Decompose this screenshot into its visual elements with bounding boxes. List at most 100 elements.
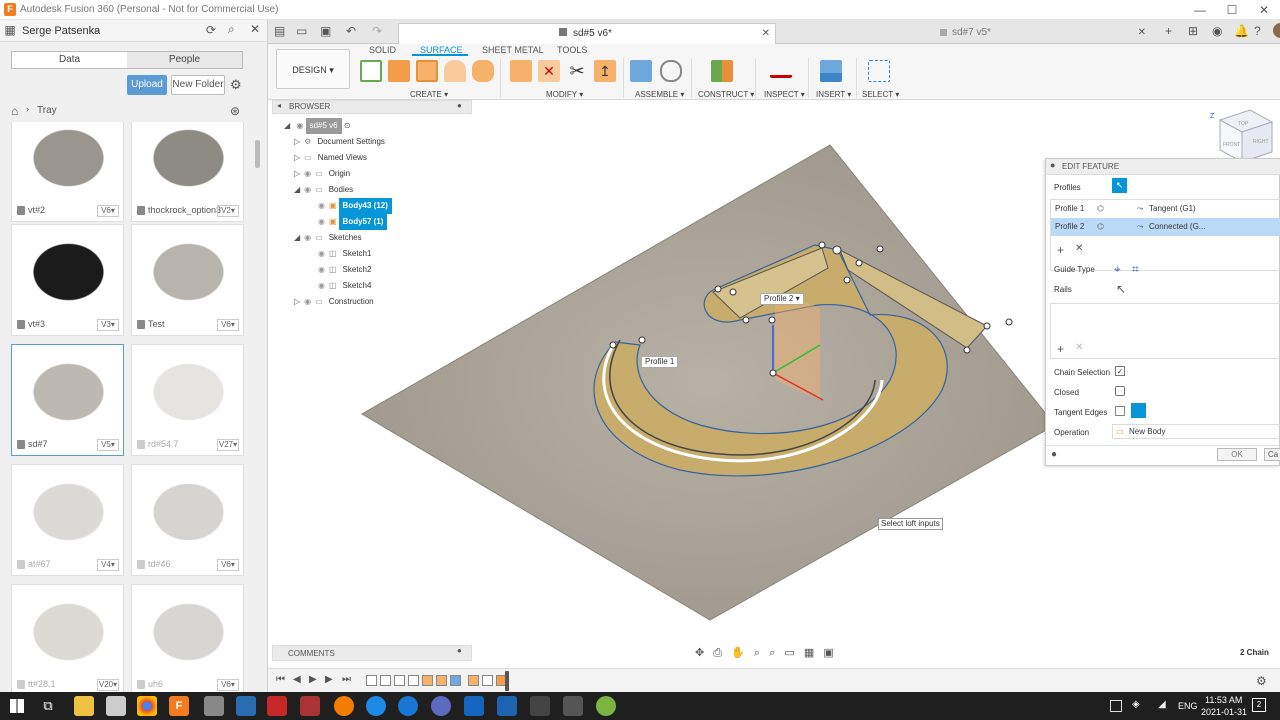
close-icon[interactable]: ✕	[1248, 0, 1280, 20]
look-at-icon[interactable]: ⎙	[713, 647, 722, 659]
extrude-icon[interactable]	[388, 60, 410, 82]
dialog-header[interactable]: ● EDIT FEATURE	[1046, 159, 1280, 175]
close-tab-icon[interactable]: ✕	[762, 24, 770, 43]
user-name[interactable]: Serge Patsenka	[22, 25, 100, 37]
breadcrumb-tray[interactable]: Tray	[37, 105, 57, 116]
rails-select-icon[interactable]: ↖	[1116, 282, 1126, 296]
help-icon[interactable]: ?	[1254, 24, 1261, 38]
select-menu[interactable]: SELECT ▾	[862, 90, 899, 99]
grid-menu-icon[interactable]: ▤	[274, 24, 285, 38]
play-icon[interactable]: ▶	[309, 674, 317, 685]
create-menu[interactable]: CREATE ▾	[410, 90, 448, 99]
version-badge[interactable]: V6▾	[217, 559, 239, 571]
expand-icon[interactable]: ▷	[294, 153, 300, 162]
revolve-icon[interactable]	[416, 60, 438, 82]
expand-icon[interactable]: ◢	[284, 121, 290, 130]
tree-node[interactable]: ◢ ◉ ▭ Sketches	[294, 230, 366, 246]
edge-icon[interactable]	[366, 696, 386, 716]
viewports-icon[interactable]: ▣	[823, 647, 833, 659]
calculator-icon[interactable]	[204, 696, 224, 716]
volume-icon[interactable]: ◢	[1158, 699, 1166, 710]
profile2-label[interactable]: Profile 2 ▾	[760, 293, 804, 305]
tree-node[interactable]: ▷ ◉ ▭ Origin	[294, 166, 354, 182]
grid-settings-icon[interactable]: ▦	[804, 647, 814, 659]
add-rail-icon[interactable]: +	[1057, 342, 1064, 356]
refresh-icon[interactable]: ⟳	[206, 23, 216, 37]
eye-icon[interactable]: ◉	[318, 249, 325, 258]
tree-node[interactable]: ▷ ▭ Named Views	[294, 150, 371, 166]
version-badge[interactable]: V6▾	[97, 205, 119, 217]
tree-node[interactable]: ▷ ⚙ Document Settings	[294, 134, 389, 150]
minimize-icon[interactable]: —	[1184, 0, 1216, 20]
eye-icon[interactable]: ◉	[304, 233, 311, 242]
eye-icon[interactable]: ◉	[304, 185, 311, 194]
create-sketch-icon[interactable]	[360, 60, 382, 82]
notifications-icon[interactable]: 🔔	[1234, 24, 1249, 38]
chain-selection-checkbox[interactable]: ✓	[1115, 366, 1125, 376]
ok-button[interactable]: OK	[1217, 448, 1257, 461]
undo-icon[interactable]: ↶	[346, 24, 356, 38]
timeline-feature-icon[interactable]	[468, 675, 479, 686]
remove-rail-icon[interactable]: ✕	[1075, 342, 1083, 353]
redo-icon[interactable]: ↷	[372, 24, 382, 38]
timeline-feature-icon[interactable]	[408, 675, 419, 686]
unstitch-icon[interactable]: ✕	[538, 60, 560, 82]
measure-icon[interactable]	[770, 64, 792, 78]
design-card[interactable]: uh6 V6▾	[131, 584, 244, 692]
timeline-feature-icon[interactable]	[366, 675, 377, 686]
avatar[interactable]	[1273, 23, 1280, 38]
design-card[interactable]: sd#7 V5▾	[11, 344, 124, 456]
version-badge[interactable]: V6▾	[217, 319, 239, 331]
chevron-down-icon[interactable]: ⌄	[93, 24, 101, 35]
telegram-icon[interactable]	[398, 696, 418, 716]
design-card[interactable]: td#46 V6▾	[131, 464, 244, 576]
new-folder-button[interactable]: New Folder	[171, 75, 225, 95]
operation-select[interactable]: ▭ New Body	[1112, 424, 1280, 439]
tree-root[interactable]: ◢ ◉ sd#5 v6 ⊙	[284, 118, 351, 134]
app-icon[interactable]	[300, 696, 320, 716]
profile-row[interactable]: Profile 1 ⌬ ⤳ Tangent (G1)	[1051, 200, 1280, 218]
new-tab-icon[interactable]: +	[1165, 24, 1172, 38]
version-badge[interactable]: V4▾	[97, 559, 119, 571]
joint-icon[interactable]	[660, 60, 682, 82]
tab-data[interactable]: Data	[12, 52, 127, 68]
workspace-switcher[interactable]: DESIGN ▾	[276, 49, 350, 89]
fit-icon[interactable]: ⌕	[769, 647, 775, 659]
extensions-icon[interactable]: ⊞	[1188, 24, 1198, 38]
home-icon[interactable]: ⌂	[11, 104, 18, 118]
thicken-icon[interactable]: ↥	[594, 60, 616, 82]
sweep-icon[interactable]	[444, 60, 466, 82]
timeline-feature-icon[interactable]	[436, 675, 447, 686]
blender-icon[interactable]	[334, 696, 354, 716]
design-card[interactable]: thockrock_option3 V2▾	[131, 122, 244, 222]
tab-people[interactable]: People	[127, 52, 242, 68]
radio-icon[interactable]: ⊙	[344, 121, 351, 130]
tangent-edges-keep-icon[interactable]	[1131, 403, 1146, 418]
pan-icon[interactable]: ✋	[731, 647, 745, 659]
language-indicator[interactable]: ENG	[1178, 701, 1198, 711]
inspect-menu[interactable]: INSPECT ▾	[764, 90, 805, 99]
version-badge[interactable]: V27▾	[217, 439, 239, 451]
design-card[interactable]: tt#28.1 V20▾	[11, 584, 124, 692]
tangent-edges-merge-icon[interactable]	[1115, 406, 1125, 416]
timeline-feature-icon[interactable]	[394, 675, 405, 686]
grid-icon[interactable]: ▦	[2, 23, 18, 37]
tab-solid[interactable]: SOLID	[369, 45, 396, 55]
centerline-guide-icon[interactable]: ⌗	[1132, 262, 1139, 277]
tab-document-active[interactable]: sd#5 v6* ✕	[398, 23, 776, 44]
go-to-start-icon[interactable]: ⏮	[276, 674, 285, 685]
modify-menu[interactable]: MODIFY ▾	[546, 90, 583, 99]
version-badge[interactable]: V3▾	[97, 319, 119, 331]
maximize-icon[interactable]: ☐	[1216, 0, 1248, 20]
version-badge[interactable]: V5▾	[97, 439, 119, 451]
vscode-icon[interactable]	[464, 696, 484, 716]
cancel-button[interactable]: Ca	[1264, 448, 1280, 461]
file-icon[interactable]: ▭	[296, 24, 307, 38]
eye-icon[interactable]: ◉	[304, 297, 311, 306]
chrome-icon[interactable]	[137, 696, 157, 716]
step-forward-icon[interactable]: ▶	[325, 674, 333, 685]
offset-plane-icon[interactable]	[711, 60, 733, 82]
step-back-icon[interactable]: ◀	[293, 674, 301, 685]
eye-icon[interactable]: ◉	[318, 217, 325, 226]
settings-gear-icon[interactable]: ⚙	[230, 77, 242, 93]
